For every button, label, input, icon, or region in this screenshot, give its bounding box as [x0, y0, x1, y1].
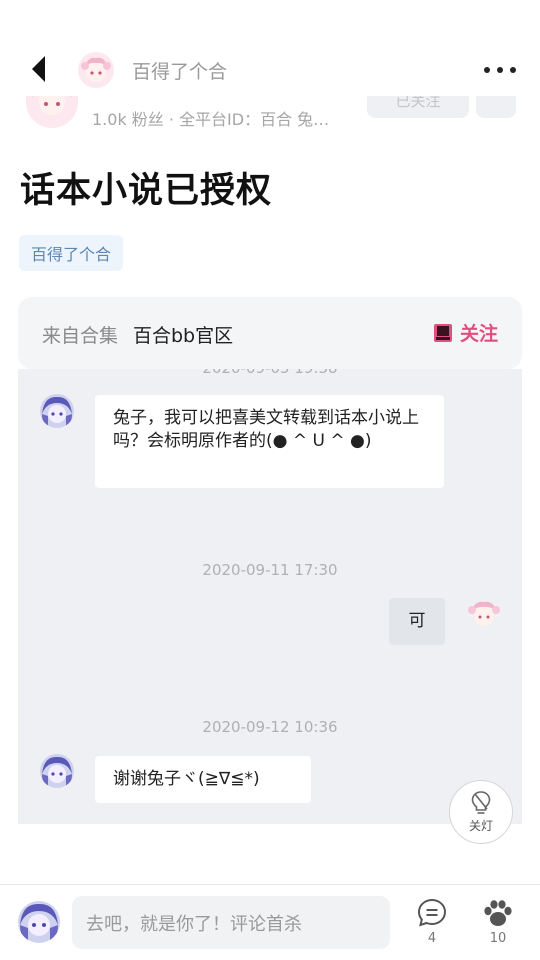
author-avatar[interactable]: [26, 96, 78, 128]
collection-follow-button[interactable]: 关注: [432, 319, 498, 346]
author-extra-button[interactable]: [476, 96, 516, 118]
more-button[interactable]: [484, 57, 516, 83]
chat-avatar-me: [467, 597, 501, 631]
comment-input[interactable]: 去吧，就是你了！评论首杀: [72, 896, 390, 949]
collection-label: 来自合集: [42, 325, 119, 347]
paw-icon: [484, 900, 512, 926]
chat-bubble-other: 兔子，我可以把喜美文转载到话本小说上吗？会标明原作者的(● ^ U ^ ●): [95, 395, 444, 488]
collection-name[interactable]: 百合bb官区: [133, 321, 233, 348]
chat-screenshot[interactable]: 2020-09-05 19:38 兔子，我可以把喜美文转载到话本小说上吗？会标明…: [18, 369, 522, 824]
lightbulb-icon: [471, 791, 491, 814]
chat-avatar-other: [40, 394, 74, 428]
light-toggle-button[interactable]: 关灯: [449, 780, 513, 844]
chat-timestamp: 2020-09-12 10:36: [202, 718, 338, 736]
post-title: 话本小说已授权: [20, 171, 273, 211]
bookmark-icon: [433, 323, 452, 342]
author-row: 1.0k 粉丝 · 全平台ID：百合 兔… 已关注: [0, 96, 540, 130]
chat-timestamp: 2020-09-05 19:38: [18, 369, 522, 377]
collection-card[interactable]: 来自合集 百合bb官区 关注: [18, 297, 522, 369]
chat-avatar-other: [40, 754, 74, 788]
more-dots-icon: [484, 67, 490, 73]
author-meta: 1.0k 粉丝 · 全平台ID：百合 兔…: [92, 110, 330, 129]
paw-button[interactable]: 10: [476, 897, 520, 946]
back-button[interactable]: [22, 52, 56, 86]
comment-count: 4: [427, 931, 437, 946]
back-arrow-icon: [32, 56, 45, 82]
followed-button[interactable]: 已关注: [367, 96, 469, 118]
comment-button[interactable]: 4: [410, 897, 454, 946]
light-toggle-label: 关灯: [468, 819, 493, 833]
post-tag[interactable]: 百得了个合: [19, 235, 124, 271]
paw-count: 10: [489, 931, 507, 946]
chat-bubble-me: 可: [389, 598, 445, 645]
collection-follow-label: 关注: [459, 323, 498, 345]
comment-icon: [417, 898, 447, 927]
chat-timestamp: 2020-09-11 17:30: [202, 561, 338, 579]
header-avatar[interactable]: [78, 52, 114, 88]
header-username[interactable]: 百得了个合: [132, 57, 227, 84]
bottom-bar: 去吧，就是你了！评论首杀 4 10: [0, 884, 540, 960]
my-avatar[interactable]: [18, 901, 60, 943]
chat-bubble-other: 谢谢兔子ヾ(≧∇≦*): [95, 756, 311, 803]
